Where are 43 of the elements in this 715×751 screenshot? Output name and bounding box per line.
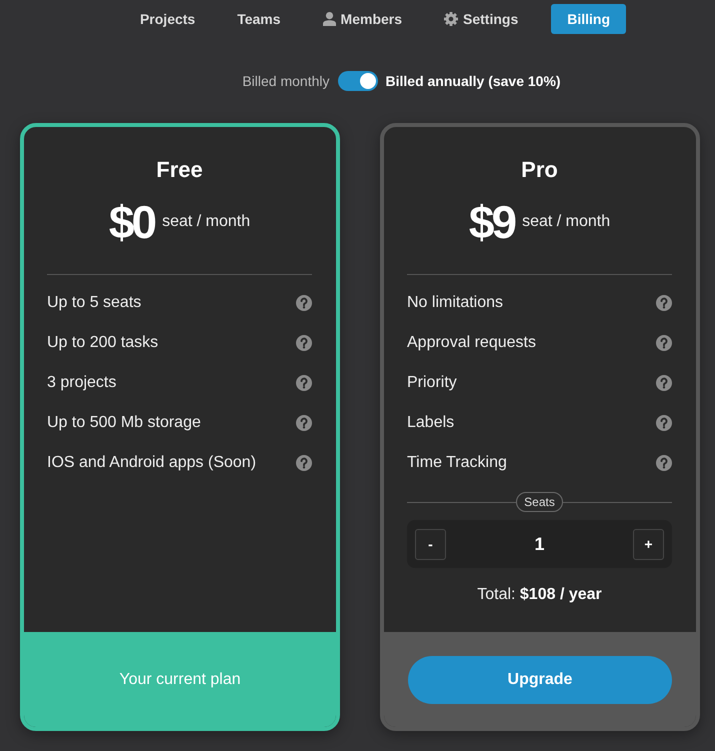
- question-icon[interactable]: [656, 335, 672, 351]
- settings-icon: [444, 12, 458, 26]
- feature-label: Time Tracking: [407, 454, 507, 472]
- nav-tab[interactable]: Billing: [551, 4, 626, 34]
- billing-option-label: Billed annually (save 10%): [386, 73, 561, 89]
- question-icon[interactable]: [296, 415, 312, 431]
- price-unit: seat / month: [522, 213, 610, 231]
- question-icon[interactable]: [296, 295, 312, 311]
- question-icon[interactable]: [656, 455, 672, 471]
- feature-label: Priority: [407, 374, 457, 392]
- question-icon[interactable]: [296, 455, 312, 471]
- upgrade-button[interactable]: Upgrade: [408, 656, 672, 704]
- feature-label: Labels: [407, 414, 454, 432]
- feature-label: 3 projects: [47, 374, 116, 392]
- feature-label: No limitations: [407, 294, 504, 312]
- feature-label: Up to 200 tasks: [47, 334, 158, 352]
- nav-tab[interactable]: Members: [314, 4, 412, 34]
- question-icon[interactable]: [656, 375, 672, 391]
- current-plan-label: Your current plan: [119, 670, 241, 688]
- plan-name: Pro: [521, 157, 558, 183]
- feature-label: Up to 5 seats: [47, 294, 142, 312]
- plan-price: $0: [108, 197, 154, 247]
- billing-option-label: Billed monthly: [242, 73, 330, 89]
- plan-price: $9: [468, 197, 514, 247]
- feature-label: IOS and Android apps (Soon): [47, 454, 256, 472]
- feature-label: Approval requests: [407, 334, 536, 352]
- question-icon[interactable]: [656, 415, 672, 431]
- increment-button[interactable]: +: [632, 528, 664, 560]
- toggle-switch[interactable]: [338, 71, 378, 91]
- nav-tab[interactable]: Settings: [435, 4, 528, 34]
- decrement-button[interactable]: -: [415, 528, 446, 560]
- question-icon[interactable]: [296, 375, 312, 391]
- question-icon[interactable]: [656, 295, 672, 311]
- seats-label: Seats: [516, 492, 563, 512]
- seat-count: 1: [534, 534, 544, 554]
- nav-tab[interactable]: Teams: [228, 4, 290, 34]
- nav-tab[interactable]: Projects: [130, 4, 204, 34]
- total-price: Total: $108 / year: [477, 585, 602, 605]
- plan-name: Free: [156, 157, 203, 183]
- person-icon: [322, 12, 336, 26]
- price-unit: seat / month: [162, 213, 250, 231]
- question-icon[interactable]: [296, 335, 312, 351]
- feature-label: Up to 500 Mb storage: [47, 414, 201, 432]
